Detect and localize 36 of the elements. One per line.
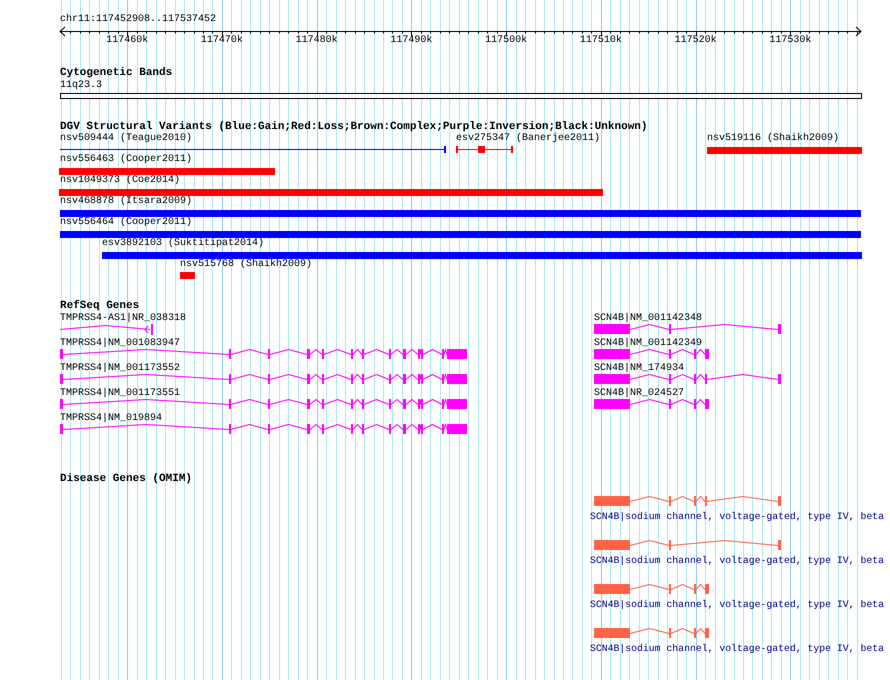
track-title: Cytogenetic Bands [60,67,172,79]
gene-label: SCN4B|NM_001142348 [594,313,702,325]
gene-label: SCN4B|NR_024527 [594,388,684,400]
gene-label: TMPRSS4|NM_019894 [60,413,162,425]
region-label: chr11:117452908..117537452 [60,14,216,26]
variant-label: nsv1049373 (Coe2014) [60,175,180,187]
track-title: Disease Genes (OMIM) [60,473,192,485]
disease-gene-label: SCN4B|sodium channel, voltage-gated, type IV, beta [590,643,884,655]
tick-label: 117530k [769,35,812,47]
variant-label: nsv468878 (Itsara2009) [60,196,192,208]
variant-label: esv3892103 (Suktitipat2014) [102,238,264,250]
disease-gene-label: SCN4B|sodium channel, voltage-gated, type IV, beta [590,599,884,611]
track-title: DGV Structural Variants (Blue:Gain;Red:Loss;Brown:Complex;Purple:Inversion;Black:Unknown) [60,121,648,133]
variant-label: nsv556464 (Cooper2011) [60,217,192,229]
disease-gene-label: SCN4B|sodium channel, voltage-gated, type IV, beta [590,511,884,523]
gene-label: TMPRSS4|NM_001173551 [60,388,180,400]
tick-label: 117460k [106,35,148,47]
tick-label: 117520k [674,35,717,47]
variant-label: nsv515768 (Shaikh2009) [180,259,312,271]
track-title: RefSeq Genes [60,300,140,312]
disease-gene-label: SCN4B|sodium channel, voltage-gated, type IV, beta [590,555,884,567]
gene-label: SCN4B|NM_174934 [594,363,684,375]
gene-label: TMPRSS4-AS1|NR_038318 [60,313,186,325]
tick-label: 117490k [390,35,432,47]
variant-label: nsv509444 (Teague2010) [60,133,192,145]
tick-label: 117500k [485,35,528,47]
variant-label: nsv556463 (Cooper2011) [60,154,192,166]
tick-label: 117480k [296,35,338,47]
tick-label: 117470k [200,35,243,47]
gene-label: TMPRSS4|NM_001083947 [60,338,180,350]
tick-label: 117510k [580,35,622,47]
gene-label: SCN4B|NM_001142349 [594,338,702,350]
gene-label: TMPRSS4|NM_001173552 [60,363,180,375]
variant-label: nsv519116 (Shaikh2009) [707,133,840,145]
band-label: 11q23.3 [60,80,102,92]
variant-label: esv275347 (Banerjee2011) [456,133,600,145]
